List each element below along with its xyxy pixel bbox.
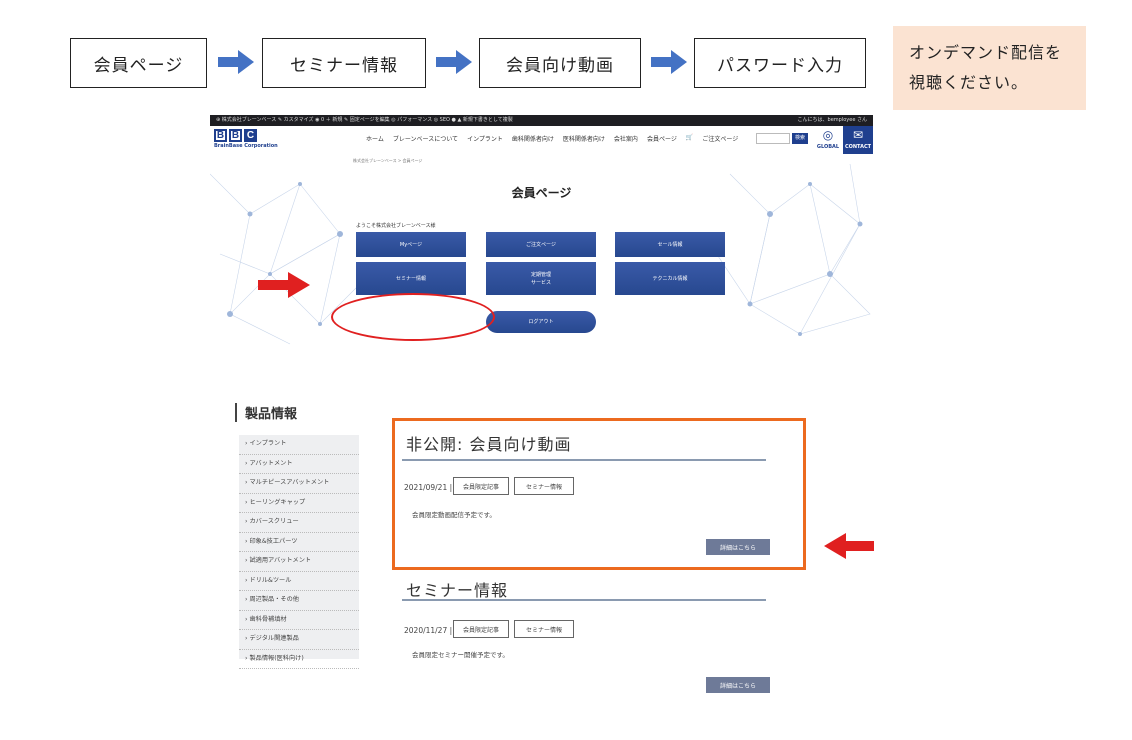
sidebar-item[interactable]: › 歯科骨補填材 — [239, 611, 359, 630]
tag-seminar-info[interactable]: セミナー情報 — [514, 620, 574, 638]
step-label: 会員ページ — [93, 55, 184, 76]
flow-arrow-icon — [436, 50, 472, 74]
nav-order[interactable]: ご注文ページ — [702, 134, 738, 143]
bbc-logo[interactable]: B B C BrainBase Corporation — [214, 129, 278, 149]
logo-subtitle: BrainBase Corporation — [214, 143, 278, 149]
site-header: B B C BrainBase Corporation ホーム ブレーンベースに… — [210, 126, 873, 154]
product-info-heading: 製品情報 — [235, 403, 297, 422]
button-line: 定期管理 — [530, 271, 551, 278]
sidebar-item[interactable]: › 印象&技工パーツ — [239, 533, 359, 552]
contact-label: CONTACT — [844, 144, 872, 150]
tag-members-only[interactable]: 会員限定記事 — [453, 620, 509, 638]
order-page-button[interactable]: ご注文ページ — [486, 232, 596, 257]
sidebar-item[interactable]: › カバースクリュー — [239, 513, 359, 533]
note-line: オンデマンド配信を — [909, 43, 1063, 62]
sidebar-item[interactable]: › ドリル&ツール — [239, 572, 359, 591]
globe-icon: ◎ — [822, 128, 834, 142]
logo-letter: C — [244, 129, 257, 142]
post-excerpt: 会員限定セミナー開催予定です。 — [412, 651, 509, 659]
sidebar-item[interactable]: › デジタル関連製品 — [239, 630, 359, 650]
admin-bar-menu[interactable]: ⊕ 株式会社ブレーンベース ✎ カスタマイズ ◉ 0 ＋ 新規 ✎ 固定ページを… — [216, 115, 513, 126]
step-label: 会員向け動画 — [506, 55, 614, 76]
seminar-info-button[interactable]: セミナー情報 — [356, 262, 466, 295]
step-seminar-info: セミナー情報 — [262, 38, 426, 88]
global-nav: ホーム ブレーンベースについて インプラント 歯科関係者向け 医科関係者向け 会… — [366, 134, 738, 143]
sidebar-item[interactable]: › ヒーリングキャップ — [239, 494, 359, 513]
step-password-input: パスワード入力 — [694, 38, 866, 88]
flow-arrow-icon — [218, 50, 254, 74]
note-line: 視聴ください。 — [909, 73, 1029, 92]
global-label: GLOBAL — [816, 144, 840, 150]
mypage-button[interactable]: Myページ — [356, 232, 466, 257]
step-member-page: 会員ページ — [70, 38, 207, 88]
sidebar-item[interactable]: › アバットメント — [239, 455, 359, 474]
nav-company[interactable]: 会社案内 — [614, 134, 638, 143]
logout-button[interactable]: ログアウト — [486, 311, 596, 333]
member-hero: 株式会社ブレーンベース > 会員ページ 会員ページ ようこそ株式会社ブレーンベー… — [210, 154, 873, 351]
step-label: セミナー情報 — [290, 55, 398, 76]
nav-implant[interactable]: インプラント — [467, 134, 503, 143]
sidebar-item[interactable]: › 周辺製品・その他 — [239, 591, 359, 611]
post-seminar-info: セミナー情報 2020/11/27 | 会員限定記事 セミナー情報 会員限定セミ… — [380, 555, 795, 707]
red-arrow-icon — [258, 272, 310, 298]
title-divider — [402, 599, 766, 601]
step-member-video: 会員向け動画 — [479, 38, 641, 88]
admin-bar-user[interactable]: こんにちは、bemployee さん — [798, 115, 867, 126]
logo-letter: B — [229, 129, 242, 142]
sidebar-item[interactable]: › インプラント — [239, 435, 359, 455]
search-button[interactable]: 検索 — [792, 133, 808, 144]
search-input[interactable] — [756, 133, 790, 144]
post-title[interactable]: セミナー情報 — [406, 577, 508, 601]
flow-arrow-icon — [651, 50, 687, 74]
post-date: 2020/11/27 | — [404, 626, 453, 635]
technical-info-button[interactable]: テクニカル情報 — [615, 262, 725, 295]
nav-medical[interactable]: 医科関係者向け — [563, 134, 605, 143]
nav-about[interactable]: ブレーンベースについて — [393, 134, 458, 143]
sale-info-button[interactable]: セール情報 — [615, 232, 725, 257]
step-label: パスワード入力 — [717, 55, 843, 76]
contact-link[interactable]: ✉ CONTACT — [843, 126, 873, 154]
nav-dental[interactable]: 歯科関係者向け — [512, 134, 554, 143]
sidebar-item[interactable]: › 試適用アバットメント — [239, 552, 359, 572]
sidebar-item[interactable]: › マルチピースアバットメント — [239, 474, 359, 494]
nav-home[interactable]: ホーム — [366, 134, 384, 143]
nav-member[interactable]: 会員ページ — [647, 134, 677, 143]
cart-icon[interactable]: 🛒 — [686, 134, 693, 143]
highlight-oval — [331, 293, 495, 341]
logo-letter: B — [214, 129, 227, 142]
on-demand-note: オンデマンド配信を 視聴ください。 — [893, 26, 1086, 110]
product-sidebar: › インプラント › アバットメント › マルチピースアバットメント › ヒーリ… — [239, 435, 359, 669]
welcome-text: ようこそ株式会社ブレーンベース様 — [356, 223, 436, 229]
member-page-screenshot: ⊕ 株式会社ブレーンベース ✎ カスタマイズ ◉ 0 ＋ 新規 ✎ 固定ページを… — [210, 115, 873, 351]
page-title: 会員ページ — [511, 186, 572, 200]
maintenance-service-button[interactable]: 定期管理 サービス — [486, 262, 596, 295]
mail-icon: ✉ — [852, 128, 864, 142]
details-button[interactable]: 詳細はこちら — [706, 677, 770, 693]
admin-bar: ⊕ 株式会社ブレーンベース ✎ カスタマイズ ◉ 0 ＋ 新規 ✎ 固定ページを… — [210, 115, 873, 126]
breadcrumb: 株式会社ブレーンベース > 会員ページ — [353, 158, 423, 163]
button-line: サービス — [530, 279, 551, 286]
red-arrow-icon — [824, 533, 874, 559]
global-link[interactable]: ◎ GLOBAL — [814, 126, 842, 154]
sidebar-item[interactable]: › 製品情報(医科向け) — [239, 650, 359, 669]
highlight-box — [392, 418, 806, 570]
